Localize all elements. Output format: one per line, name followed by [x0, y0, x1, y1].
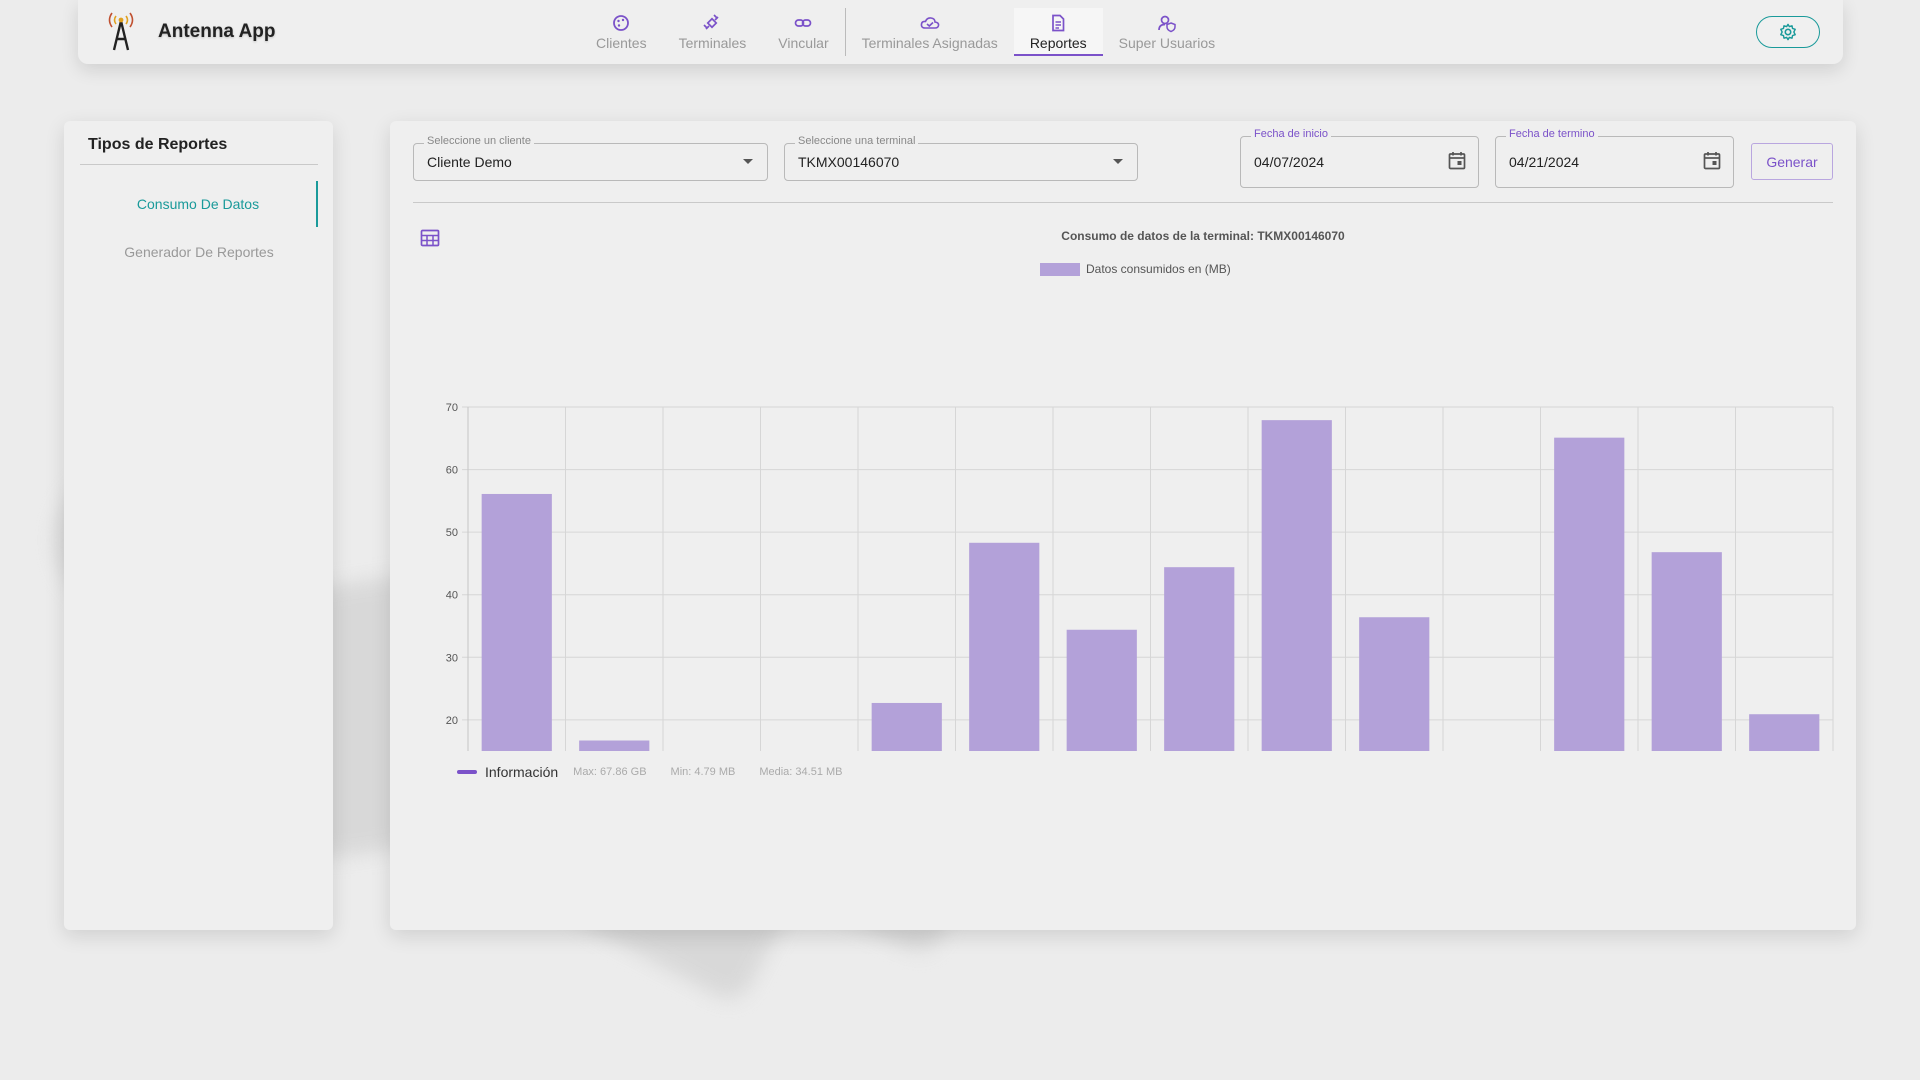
app-title: Antenna App: [158, 21, 276, 42]
y-tick-label: 40: [446, 590, 458, 602]
field-label: Fecha de termino: [1506, 128, 1598, 140]
bar-08-04-2024: [579, 740, 650, 751]
chevron-down-icon: [743, 159, 753, 164]
y-tick-label: 20: [446, 715, 458, 727]
bar-20-04-2024: [1749, 714, 1820, 751]
sidebar-item-generador-de-reportes[interactable]: Generador De Reportes: [80, 229, 318, 275]
nav-label: Reportes: [1029, 35, 1087, 51]
min-stat: Min: 4.79 MB: [670, 766, 736, 778]
top-navbar: Antenna App Clientes Terminales Vincular…: [78, 0, 1843, 64]
start-date-value: 04/07/2024: [1254, 154, 1325, 170]
client-select[interactable]: Seleccione un cliente Cliente Demo: [413, 135, 768, 181]
bar-14-04-2024: [1164, 567, 1235, 751]
nav-item-terminales-asignadas[interactable]: Terminales Asignadas: [846, 8, 1014, 56]
mean-stat: Media: 34.51 MB: [759, 766, 843, 778]
bar-13-04-2024: [1066, 629, 1137, 751]
nav-label: Clientes: [596, 35, 647, 51]
nav-item-super-usuarios[interactable]: Super Usuarios: [1103, 8, 1232, 56]
bar-11-04-2024: [871, 702, 942, 751]
bar-07-04-2024: [481, 493, 552, 751]
nav-item-vincular[interactable]: Vincular: [762, 8, 844, 56]
end-date-field[interactable]: Fecha de termino 04/21/2024: [1495, 128, 1734, 188]
sidebar-item-consumo-de-datos[interactable]: Consumo De Datos: [80, 181, 318, 227]
calendar-icon[interactable]: [1703, 151, 1721, 170]
brand[interactable]: Antenna App: [106, 12, 276, 52]
report-icon: [1052, 14, 1065, 32]
bar-chart: 01020304050607007-04-202408-04-202409-04…: [446, 402, 1834, 751]
max-stat: Max: 67.86 GB: [573, 766, 647, 778]
nav-item-terminales[interactable]: Terminales: [663, 8, 763, 56]
chart-title: Consumo de datos de la terminal: TKMX001…: [1061, 229, 1345, 243]
generate-button[interactable]: Generar: [1751, 143, 1833, 180]
divider: [80, 164, 318, 165]
report-main-panel: Seleccione un cliente Cliente Demo Selec…: [390, 121, 1856, 930]
bar-16-04-2024: [1359, 617, 1430, 751]
bar-12-04-2024: [969, 542, 1040, 751]
gear-icon: [1780, 23, 1796, 41]
nav-label: Super Usuarios: [1118, 35, 1216, 51]
settings-button[interactable]: [1756, 16, 1820, 48]
y-tick-label: 70: [446, 402, 458, 414]
calendar-icon[interactable]: [1448, 151, 1466, 170]
client-value: Cliente Demo: [427, 154, 512, 170]
cloud-check-icon: [920, 17, 940, 29]
field-label: Fecha de inicio: [1251, 128, 1331, 140]
main-nav: Clientes Terminales Vincular Terminales …: [580, 8, 1231, 56]
nav-label: Terminales Asignadas: [861, 35, 998, 51]
panel-title: Tipos de Reportes: [88, 136, 228, 153]
sidebar-item-label: Generador De Reportes: [124, 244, 274, 260]
link-icon: [795, 19, 812, 27]
chart-footer-stats: Información Max: 67.86 GB Min: 4.79 MB M…: [457, 764, 867, 780]
start-date-field[interactable]: Fecha de inicio 04/07/2024: [1240, 128, 1479, 188]
series-line-marker: [457, 770, 477, 774]
nav-label: Vincular: [778, 35, 829, 51]
field-label: Seleccione una terminal: [795, 135, 919, 147]
end-date-value: 04/21/2024: [1509, 154, 1580, 170]
user-shield-icon: [1158, 15, 1176, 33]
report-types-panel: Tipos de Reportes Consumo De Datos Gener…: [64, 121, 333, 930]
sidebar-item-label: Consumo De Datos: [136, 196, 260, 212]
divider: [413, 202, 1833, 203]
terminal-value: TKMX00146070: [798, 154, 900, 170]
nav-item-clientes[interactable]: Clientes: [580, 8, 663, 56]
field-label: Seleccione un cliente: [424, 135, 534, 147]
y-tick-label: 60: [446, 465, 458, 477]
bar-19-04-2024: [1651, 552, 1722, 751]
bar-15-04-2024: [1261, 420, 1332, 751]
bar-18-04-2024: [1554, 437, 1625, 751]
antenna-logo-icon: [108, 12, 134, 51]
y-tick-label: 50: [446, 527, 458, 539]
nav-item-reportes[interactable]: Reportes: [1013, 8, 1103, 56]
chevron-down-icon: [1113, 159, 1123, 164]
series-label: Información: [485, 764, 559, 780]
nav-label: Terminales: [678, 35, 747, 51]
satellite-icon: [703, 14, 720, 30]
palette-icon: [613, 15, 630, 31]
terminal-select[interactable]: Seleccione una terminal TKMX00146070: [784, 135, 1138, 181]
y-tick-label: 30: [446, 652, 458, 664]
